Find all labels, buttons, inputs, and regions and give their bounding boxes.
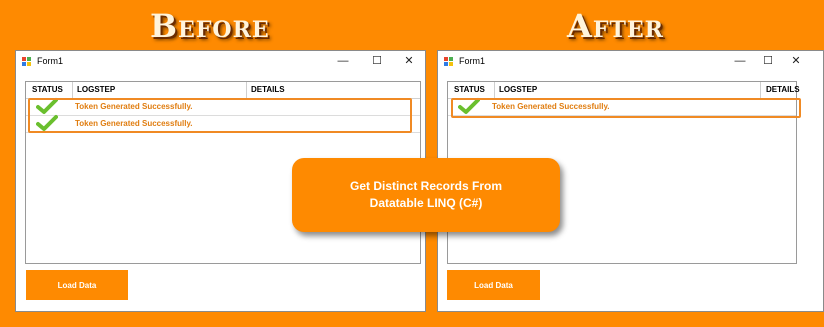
callout-line-1: Get Distinct Records From xyxy=(349,179,503,193)
callout-line-2: Datatable LINQ (C#) xyxy=(369,196,483,210)
column-details[interactable]: DETAILS xyxy=(251,85,285,94)
column-status[interactable]: STATUS xyxy=(32,85,63,94)
duplicate-rows-highlight xyxy=(28,98,412,133)
window-title: Form1 xyxy=(37,56,64,66)
window-title: Form1 xyxy=(459,56,486,66)
maximize-icon[interactable]: ☐ xyxy=(365,53,389,69)
distinct-row-highlight xyxy=(451,98,801,118)
grid-header: STATUS LOGSTEP DETAILS xyxy=(26,82,420,99)
close-icon[interactable]: ✕ xyxy=(784,53,808,69)
minimize-icon[interactable]: — xyxy=(331,53,355,69)
after-heading: After xyxy=(567,7,664,45)
column-logstep[interactable]: LOGSTEP xyxy=(77,85,115,94)
before-heading: Before xyxy=(150,7,270,45)
close-icon[interactable]: ✕ xyxy=(397,53,421,69)
title-callout: Get Distinct Records From Datatable LINQ… xyxy=(292,158,560,232)
column-details[interactable]: DETAILS xyxy=(766,85,800,94)
maximize-icon[interactable]: ☐ xyxy=(756,53,780,69)
column-logstep[interactable]: LOGSTEP xyxy=(499,85,537,94)
form-icon xyxy=(22,57,31,66)
title-bar: Form1 — ☐ ✕ xyxy=(16,51,425,72)
load-data-button[interactable]: Load Data xyxy=(447,270,540,300)
load-data-button[interactable]: Load Data xyxy=(26,270,128,300)
form-icon xyxy=(444,57,453,66)
minimize-icon[interactable]: — xyxy=(728,53,752,69)
title-bar: Form1 — ☐ ✕ xyxy=(438,51,823,72)
column-status[interactable]: STATUS xyxy=(454,85,485,94)
grid-header: STATUS LOGSTEP DETAILS xyxy=(448,82,800,99)
